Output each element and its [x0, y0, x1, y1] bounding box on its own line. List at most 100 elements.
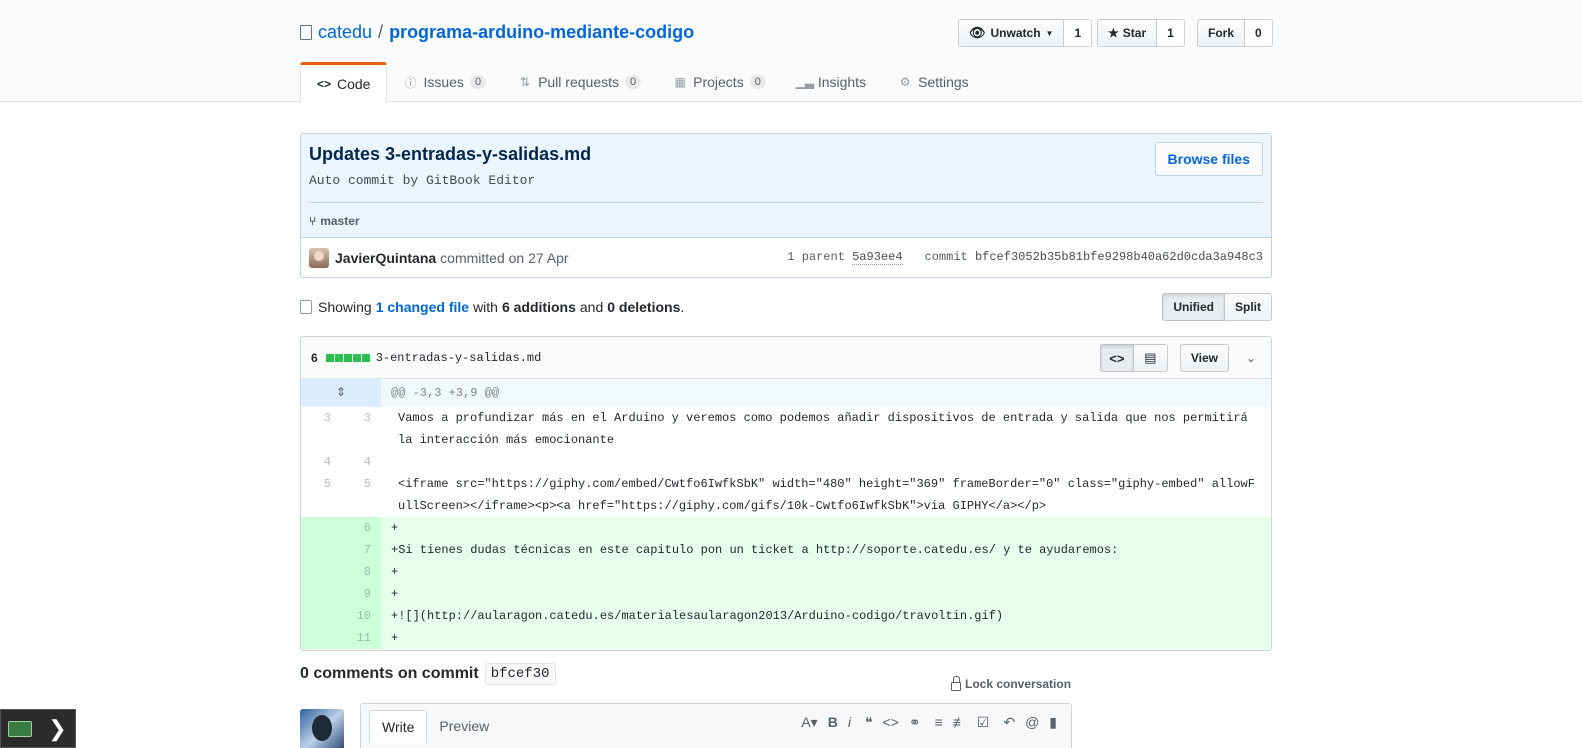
- fork-label: Fork: [1208, 26, 1235, 40]
- file-diff: 6 3-entradas-y-salidas.md <> ▤ View ⌄ ⇕ …: [300, 336, 1272, 651]
- watch-button[interactable]: 👁 Unwatch ▼: [958, 19, 1065, 47]
- old-line-number[interactable]: [301, 517, 341, 539]
- mention-icon[interactable]: @: [1025, 714, 1039, 731]
- author-link[interactable]: JavierQuintana: [335, 250, 436, 266]
- fork-button[interactable]: Fork: [1197, 19, 1246, 47]
- star-group: ★ Star 1: [1097, 19, 1185, 47]
- watch-group: 👁 Unwatch ▼ 1: [958, 19, 1093, 47]
- repo-title: catedu / programa-arduino-mediante-codig…: [300, 20, 694, 44]
- tab-pull-requests[interactable]: ⇅ Pull requests 0: [502, 62, 657, 102]
- lock-icon: [951, 675, 961, 691]
- period-text: .: [680, 299, 685, 315]
- split-button[interactable]: Split: [1225, 293, 1272, 321]
- unified-button[interactable]: Unified: [1162, 293, 1225, 321]
- quote-icon[interactable]: ❝: [865, 714, 873, 731]
- fork-group: Fork 0: [1197, 19, 1273, 47]
- diff-summary: Showing 1 changed file with 6 additions …: [300, 293, 1272, 321]
- numbered-list-icon[interactable]: ≢: [953, 714, 967, 731]
- branch-link[interactable]: master: [320, 214, 359, 228]
- italic-icon[interactable]: i: [848, 714, 851, 731]
- tab-label: Projects: [693, 74, 744, 90]
- diff-view-toggle: Unified Split: [1162, 293, 1272, 321]
- tab-settings[interactable]: ⚙ Settings: [882, 62, 985, 102]
- repo-owner-link[interactable]: catedu: [318, 22, 372, 43]
- new-line-number[interactable]: 5: [341, 473, 381, 517]
- showing-text: Showing: [318, 299, 372, 315]
- old-line-number[interactable]: 4: [301, 451, 341, 473]
- parent-sha-link[interactable]: 5a93ee4: [852, 250, 903, 265]
- tab-insights[interactable]: ▁▃ Insights: [782, 62, 882, 102]
- tab-projects[interactable]: ▦ Projects 0: [657, 62, 782, 102]
- hunk-header: ⇕ @@ -3,3 +3,9 @@: [301, 379, 1271, 407]
- tab-issues[interactable]: ⓘ Issues 0: [387, 62, 502, 102]
- new-line-number[interactable]: 7: [341, 539, 381, 561]
- old-line-number[interactable]: [301, 583, 341, 605]
- commit-description: Auto commit by GitBook Editor: [309, 173, 536, 188]
- code-icon[interactable]: <>: [883, 714, 899, 731]
- link-icon[interactable]: ⚭: [909, 714, 921, 731]
- browse-files-button[interactable]: Browse files: [1154, 142, 1263, 176]
- additions-count: 6 additions: [501, 299, 576, 315]
- diff-line-addition: 10 +![](http://aularagon.catedu.es/materi…: [301, 605, 1271, 627]
- new-line-number[interactable]: 11: [341, 627, 381, 649]
- file-icon: ▤: [1144, 350, 1157, 365]
- comment-commit-sha: bfcef30: [484, 663, 556, 685]
- watch-label: Unwatch: [990, 26, 1041, 40]
- rich-view-button[interactable]: ▤: [1133, 344, 1168, 372]
- view-file-button[interactable]: View: [1179, 344, 1229, 372]
- issue-icon: ⓘ: [404, 75, 417, 90]
- tab-label: Code: [337, 75, 371, 92]
- bookmark-icon[interactable]: ▮: [1049, 714, 1057, 731]
- tab-code[interactable]: <> Code: [300, 62, 388, 103]
- lock-conversation-button[interactable]: Lock conversation: [951, 675, 1072, 691]
- commit-box: Updates 3-entradas-y-salidas.md Auto com…: [300, 133, 1272, 278]
- old-line-number[interactable]: [301, 627, 341, 649]
- source-view-button[interactable]: <>: [1099, 344, 1134, 372]
- diff-line-context: 44: [301, 451, 1271, 473]
- write-tab[interactable]: Write: [369, 710, 428, 743]
- star-count[interactable]: 1: [1157, 19, 1185, 47]
- new-line-number[interactable]: 3: [341, 407, 381, 451]
- old-line-number[interactable]: 3: [301, 407, 341, 451]
- new-line-number[interactable]: 4: [341, 451, 381, 473]
- reply-icon[interactable]: ↶: [1003, 714, 1015, 731]
- author-avatar[interactable]: [309, 248, 329, 268]
- old-line-number[interactable]: [301, 605, 341, 627]
- text-size-icon[interactable]: A▾: [801, 714, 817, 731]
- fork-count[interactable]: 0: [1245, 19, 1273, 47]
- diff-line-code: +: [381, 627, 1271, 649]
- old-line-number[interactable]: [301, 539, 341, 561]
- repo-name-link[interactable]: programa-arduino-mediante-codigo: [389, 22, 694, 43]
- new-line-number[interactable]: 8: [341, 561, 381, 583]
- chevron-right-icon[interactable]: ❯: [40, 716, 75, 742]
- star-icon: ★: [1108, 26, 1119, 40]
- new-line-number[interactable]: 10: [341, 605, 381, 627]
- diff-line-code: <iframe src="https://giphy.com/embed/Cwt…: [398, 477, 1255, 513]
- app-icon[interactable]: [1, 710, 40, 747]
- new-line-number[interactable]: 9: [341, 583, 381, 605]
- chevron-down-icon: ▼: [1045, 28, 1054, 38]
- diff-line-addition: 6 +: [301, 517, 1271, 539]
- comments-heading: 0 comments on commit bfcef30: [300, 663, 556, 685]
- changed-files-link[interactable]: 1 changed file: [376, 299, 469, 315]
- bold-icon[interactable]: B: [828, 714, 838, 731]
- chevron-down-icon[interactable]: ⌄: [1241, 351, 1261, 365]
- eye-icon: 👁: [969, 25, 986, 40]
- star-button[interactable]: ★ Star: [1097, 19, 1158, 47]
- preview-tab[interactable]: Preview: [427, 710, 501, 743]
- file-name-link[interactable]: 3-entradas-y-salidas.md: [376, 351, 542, 365]
- task-list-icon[interactable]: ☑: [977, 714, 990, 731]
- bullet-list-icon[interactable]: ≡: [935, 714, 943, 731]
- diff-line-code: [381, 451, 1271, 473]
- old-line-number[interactable]: 5: [301, 473, 341, 517]
- watch-count[interactable]: 1: [1064, 19, 1093, 47]
- file-icon: [300, 300, 312, 314]
- old-line-number[interactable]: [301, 561, 341, 583]
- lock-label: Lock conversation: [965, 677, 1072, 691]
- diff-line-addition: 9 +: [301, 583, 1271, 605]
- new-line-number[interactable]: 6: [341, 517, 381, 539]
- star-label: Star: [1122, 26, 1147, 40]
- unfold-icon[interactable]: ⇕: [301, 379, 381, 407]
- diff-line-addition: 8 +: [301, 561, 1271, 583]
- diff-line-addition: 11 +: [301, 627, 1271, 649]
